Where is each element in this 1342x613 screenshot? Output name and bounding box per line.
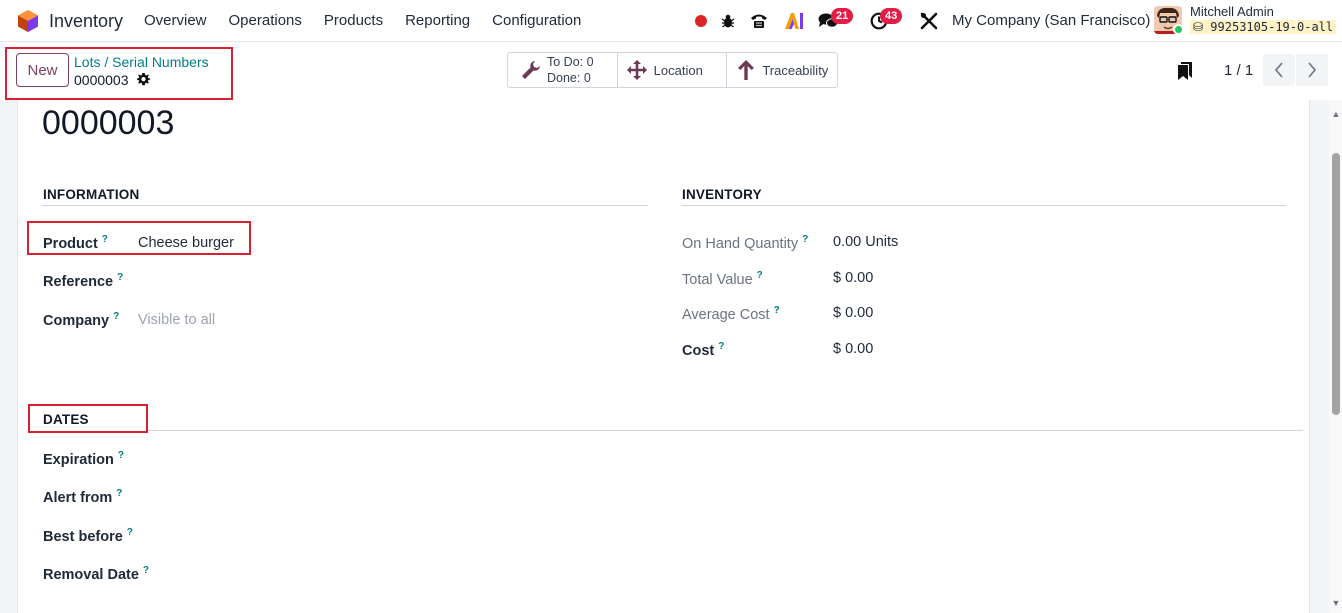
total-value-value: $ 0.00 <box>833 270 874 286</box>
phone-icon[interactable] <box>748 10 770 32</box>
company-help-icon[interactable]: ? <box>113 311 119 322</box>
information-title: INFORMATION <box>43 187 140 202</box>
database-name: ⛁ 99253105-19-0-all <box>1190 20 1337 34</box>
cost-help-icon[interactable]: ? <box>718 341 724 352</box>
activities-badge: 43 <box>880 8 903 24</box>
tools-icon[interactable] <box>918 10 940 32</box>
average-cost-label: Average Cost? <box>682 305 780 323</box>
dates-divider <box>148 430 1303 431</box>
expiration-label: Expiration? <box>43 450 125 468</box>
database-name-text: 99253105-19-0-all <box>1210 20 1334 34</box>
ai-icon[interactable] <box>783 10 805 32</box>
menu-operations[interactable]: Operations <box>229 12 302 29</box>
record-name[interactable]: 0000003 <box>42 104 174 143</box>
on-hand-value: 0.00 Units <box>833 234 899 250</box>
cost-field[interactable]: $ 0.00 <box>833 341 873 357</box>
record-icon[interactable] <box>690 10 712 32</box>
traceability-button[interactable]: Traceability <box>727 53 837 87</box>
done-count: Done: 0 <box>547 71 591 85</box>
messages-badge: 21 <box>831 8 854 24</box>
new-button[interactable]: New <box>16 53 69 87</box>
todo-done-button[interactable]: To Do: 0 Done: 0 <box>508 53 618 87</box>
scroll-up-arrow-icon[interactable]: ▲ <box>1331 109 1341 119</box>
bug-icon[interactable] <box>717 10 739 32</box>
location-button[interactable]: Location <box>618 53 728 87</box>
online-status-icon <box>1173 24 1184 35</box>
user-name[interactable]: Mitchell Admin <box>1190 4 1274 19</box>
scroll-down-arrow-icon[interactable]: ▼ <box>1331 598 1341 608</box>
expiration-help-icon[interactable]: ? <box>118 450 124 461</box>
chevron-left-icon <box>1274 62 1283 78</box>
breadcrumb-current: 0000003 <box>74 72 129 88</box>
inventory-divider <box>681 205 1286 206</box>
pager-next-button[interactable] <box>1296 54 1328 86</box>
total-value-label: Total Value? <box>682 270 763 288</box>
alert-from-help-icon[interactable]: ? <box>116 488 122 499</box>
chevron-right-icon <box>1308 62 1317 78</box>
scrollbar-thumb[interactable] <box>1332 153 1340 415</box>
company-label: Company? <box>43 311 120 329</box>
removal-date-field[interactable] <box>160 565 640 585</box>
alert-from-field[interactable] <box>160 488 640 508</box>
pager-value[interactable]: 1 / 1 <box>1224 62 1253 79</box>
best-before-help-icon[interactable]: ? <box>127 527 133 538</box>
inventory-title: INVENTORY <box>682 187 762 202</box>
wrench-icon <box>522 61 540 79</box>
company-field[interactable]: Visible to all <box>138 312 215 328</box>
location-label: Location <box>653 62 703 78</box>
cost-label: Cost? <box>682 341 725 359</box>
todo-count: To Do: 0 <box>547 55 594 69</box>
top-navbar: Inventory Overview Operations Products R… <box>0 0 1342 42</box>
pager-previous-button[interactable] <box>1263 54 1295 86</box>
average-cost-help-icon[interactable]: ? <box>774 305 780 316</box>
database-icon: ⛁ <box>1193 20 1204 34</box>
reference-field[interactable] <box>138 272 638 292</box>
menu-configuration[interactable]: Configuration <box>492 12 581 29</box>
best-before-label: Best before? <box>43 527 133 545</box>
removal-date-help-icon[interactable]: ? <box>143 565 149 576</box>
app-name[interactable]: Inventory <box>49 11 123 32</box>
control-panel: New Lots / Serial Numbers 0000003 To Do:… <box>0 42 1342 100</box>
expiration-field[interactable] <box>160 450 640 470</box>
main-menu: Overview Operations Products Reporting C… <box>144 12 603 29</box>
inventory-app-icon[interactable] <box>17 9 39 33</box>
product-help-icon[interactable]: ? <box>102 234 108 245</box>
activity-clock-icon[interactable]: 43 <box>868 8 903 32</box>
product-label: Product? <box>43 234 108 252</box>
on-hand-label: On Hand Quantity? <box>682 234 809 252</box>
removal-date-label: Removal Date? <box>43 565 150 583</box>
breadcrumb-parent-link[interactable]: Lots / Serial Numbers <box>74 54 209 70</box>
bookmark-icon[interactable] <box>1178 62 1192 80</box>
menu-products[interactable]: Products <box>324 12 383 29</box>
best-before-field[interactable] <box>160 527 640 547</box>
on-hand-help-icon[interactable]: ? <box>802 234 808 245</box>
gear-icon[interactable] <box>137 73 150 86</box>
company-switcher[interactable]: My Company (San Francisco) <box>952 12 1150 29</box>
traceability-label: Traceability <box>762 62 829 78</box>
information-divider <box>42 205 648 206</box>
total-value-help-icon[interactable]: ? <box>757 270 763 281</box>
alert-from-label: Alert from? <box>43 488 123 506</box>
smart-buttons: To Do: 0 Done: 0 Location Traceability <box>507 52 838 88</box>
dates-title: DATES <box>43 412 89 427</box>
reference-help-icon[interactable]: ? <box>117 272 123 283</box>
menu-overview[interactable]: Overview <box>144 12 207 29</box>
reference-label: Reference? <box>43 272 124 290</box>
average-cost-value: $ 0.00 <box>833 305 874 321</box>
messages-icon[interactable]: 21 <box>817 8 854 32</box>
product-field[interactable]: Cheese burger <box>138 235 234 251</box>
move-arrows-icon <box>626 60 647 80</box>
arrow-up-icon <box>738 60 755 80</box>
menu-reporting[interactable]: Reporting <box>405 12 470 29</box>
